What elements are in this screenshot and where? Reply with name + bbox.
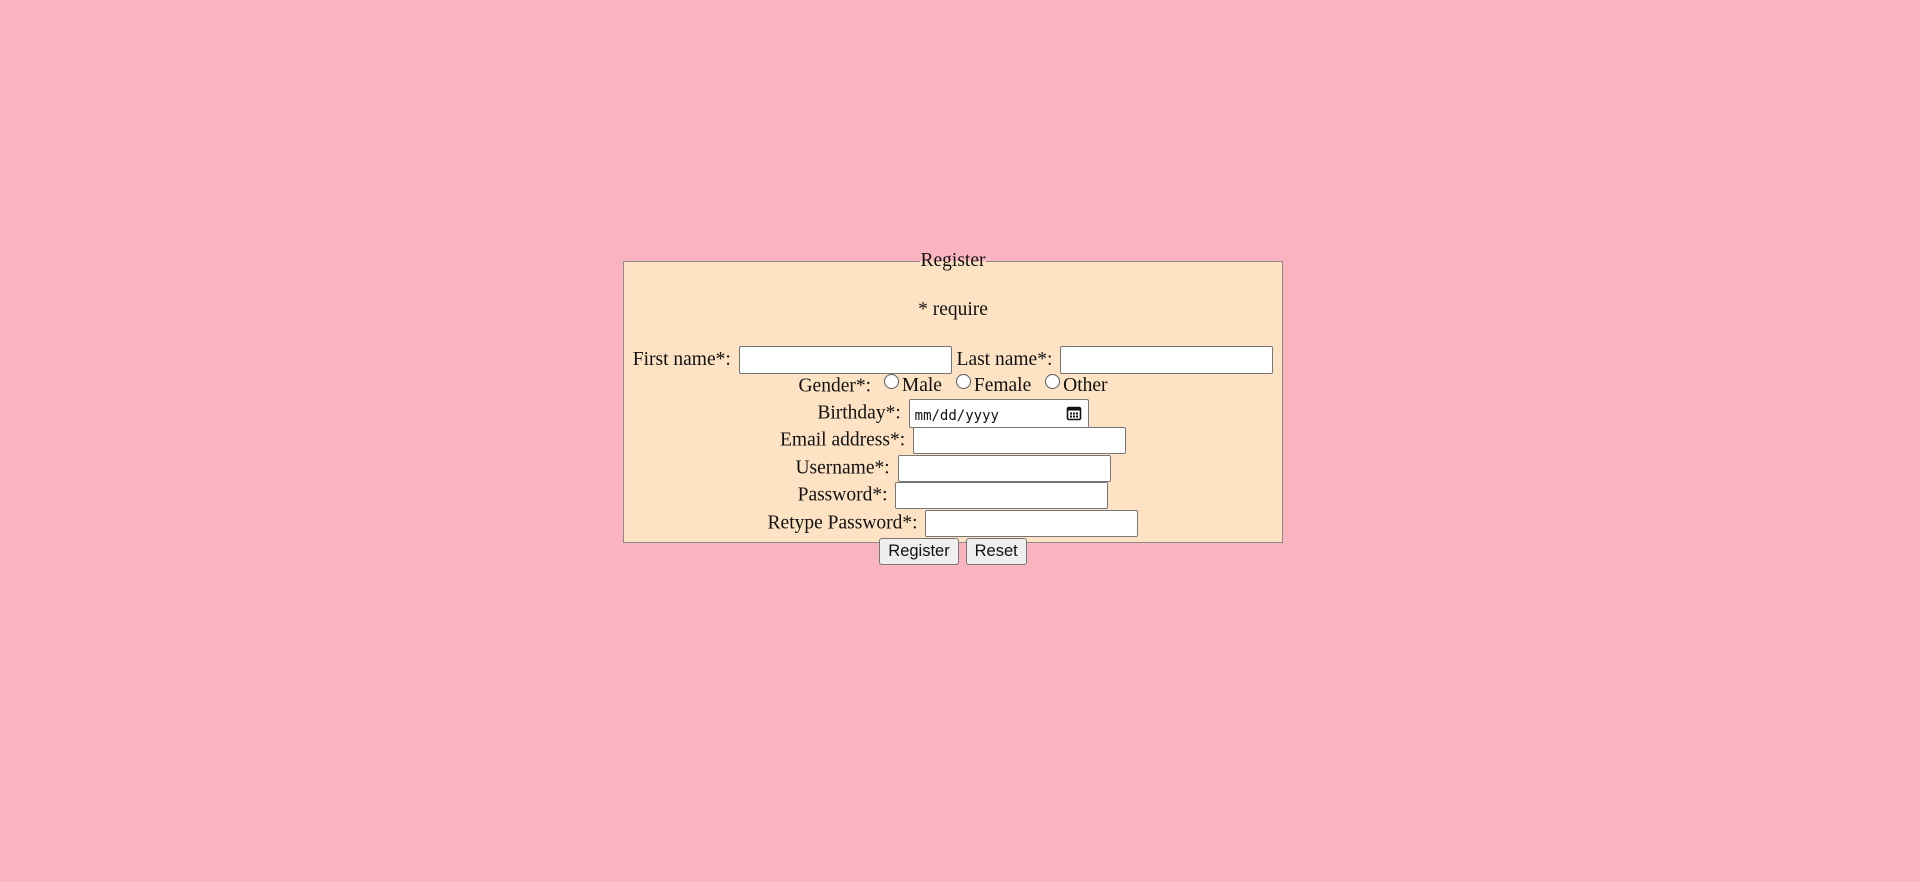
gender-male-label: Male [901, 375, 942, 396]
password-label: Password*: [797, 484, 888, 506]
last-name-label: Last name*: [956, 349, 1053, 370]
gender-label: Gender*: [798, 375, 872, 397]
gender-male-radio[interactable] [883, 374, 899, 389]
password-row: Password*: [624, 482, 1282, 509]
first-name-label: First name*: [632, 349, 731, 370]
retype-password-label: Retype Password*: [767, 512, 918, 534]
username-label: Username*: [795, 457, 890, 479]
birthday-input[interactable]: mm/dd/yyyy [908, 399, 1089, 428]
button-row: Register Reset [624, 538, 1282, 565]
required-note-row: * require [624, 298, 1282, 322]
name-row: First name*: Last name*: [624, 346, 1282, 374]
password-input[interactable] [895, 482, 1109, 509]
birthday-row: Birthday*: mm/dd/yyyy [624, 399, 1282, 428]
gender-female-radio[interactable] [955, 374, 971, 389]
gender-other-label: Other [1063, 375, 1108, 396]
gender-row: Gender*: Male Female Other [624, 374, 1282, 399]
birthday-label: Birthday*: [817, 402, 901, 424]
required-note: * require [918, 299, 988, 320]
retype-password-row: Retype Password*: [624, 510, 1282, 537]
username-input[interactable] [897, 455, 1111, 482]
username-row: Username*: [624, 455, 1282, 482]
gender-other-radio[interactable] [1045, 374, 1061, 389]
email-row: Email address*: [624, 427, 1282, 454]
last-name-input[interactable] [1060, 346, 1274, 374]
gender-female-label: Female [973, 375, 1032, 396]
register-button[interactable]: Register [879, 538, 959, 565]
retype-password-input[interactable] [925, 510, 1139, 537]
birthday-placeholder: mm/dd/yyyy [914, 408, 999, 424]
email-input[interactable] [912, 427, 1126, 454]
email-label: Email address*: [780, 429, 906, 451]
first-name-input[interactable] [738, 346, 952, 374]
form-legend: Register [920, 250, 986, 271]
calendar-icon[interactable] [1066, 405, 1082, 421]
reset-button[interactable]: Reset [965, 538, 1027, 565]
register-form: Register * require First name*: Last nam… [623, 250, 1283, 565]
